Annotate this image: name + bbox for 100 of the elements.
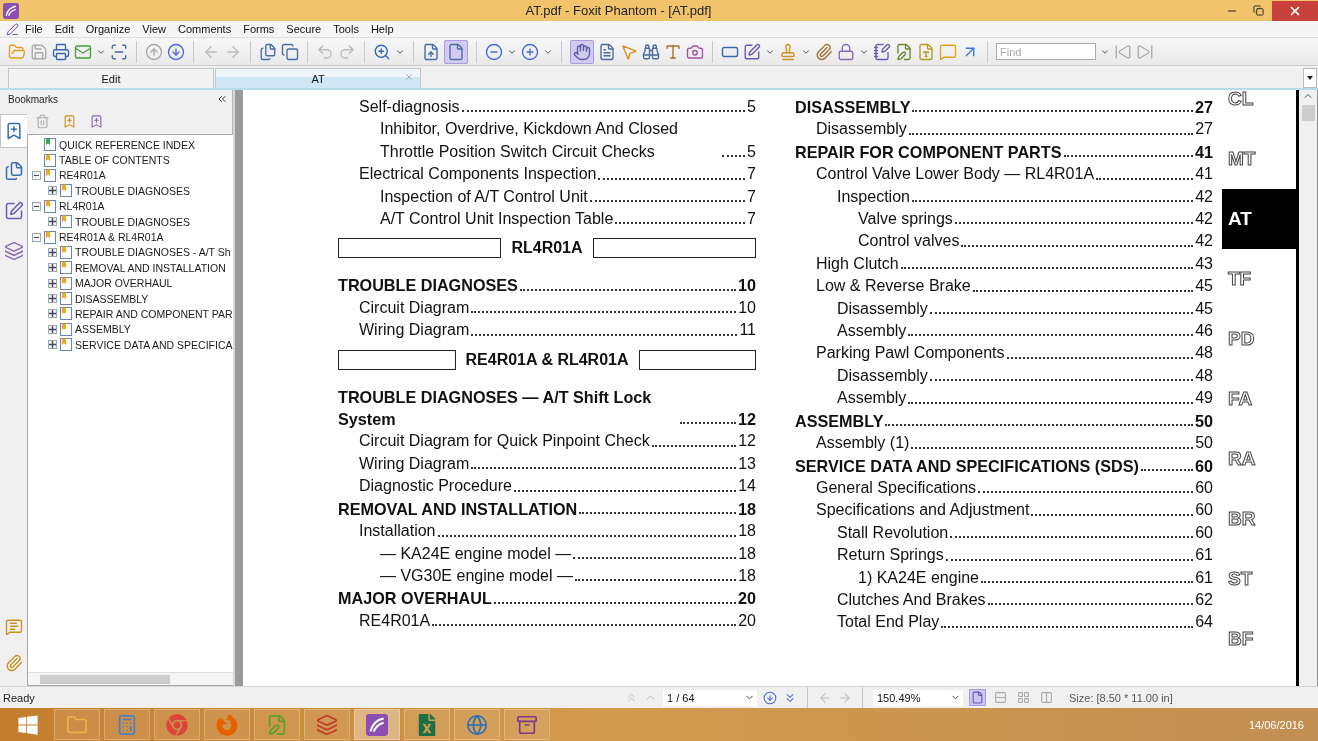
vertical-scrollbar[interactable] [1299, 90, 1317, 686]
save-icon[interactable] [30, 42, 48, 61]
pointer-icon[interactable] [620, 42, 638, 61]
zoom-in-icon[interactable] [373, 42, 391, 61]
file-pen-icon[interactable] [895, 42, 913, 61]
trash-icon[interactable] [35, 113, 50, 129]
document-tab[interactable]: Edit [8, 68, 214, 88]
view-mode-button[interactable] [992, 689, 1009, 706]
pen-square-icon[interactable] [743, 42, 761, 61]
collapse-toggle[interactable] [32, 232, 41, 242]
lock-icon[interactable] [837, 42, 855, 61]
expand-toggle[interactable] [48, 186, 57, 196]
stamp-icon[interactable] [779, 42, 797, 61]
zoom-out-icon[interactable] [485, 42, 503, 61]
close-icon[interactable] [404, 72, 414, 82]
text-box-icon[interactable] [917, 42, 935, 61]
panel-tab[interactable] [0, 114, 27, 148]
document-icon[interactable] [598, 42, 616, 61]
expand-toggle[interactable] [48, 278, 57, 288]
collapse-icon[interactable] [216, 93, 228, 105]
copy-icon[interactable] [281, 42, 299, 61]
close-button[interactable] [1272, 0, 1318, 21]
page-number: 7 [747, 209, 756, 230]
camera-icon[interactable] [686, 42, 704, 61]
view-mode-button[interactable] [1015, 689, 1032, 706]
archive-icon[interactable] [516, 713, 538, 736]
printer-icon[interactable] [52, 42, 70, 61]
page-icon[interactable] [422, 42, 440, 61]
windows-icon [17, 713, 39, 736]
menu-item[interactable]: View [136, 23, 172, 35]
menu-item[interactable]: Comments [172, 23, 238, 35]
bookmark-item[interactable]: RE4R01A [59, 169, 106, 182]
menu-item[interactable]: Edit [48, 23, 80, 35]
collapse-toggle[interactable] [32, 201, 41, 211]
horizontal-scrollbar[interactable] [28, 672, 233, 685]
comment-icon[interactable] [4, 618, 23, 636]
paperclip-icon[interactable] [815, 42, 833, 61]
text-icon[interactable] [664, 42, 682, 61]
find-field[interactable]: Find [996, 43, 1096, 60]
diagram-icon[interactable] [316, 713, 338, 736]
taskbar-app-button[interactable] [504, 709, 550, 740]
expand-toggle[interactable] [48, 340, 57, 350]
zoom-field[interactable]: 150.49% [873, 689, 963, 706]
expand-toggle[interactable] [48, 247, 57, 257]
bookmark-item[interactable]: RE4R01A & RL4R01A [59, 231, 164, 244]
bookmark-item[interactable]: QUICK REFERENCE INDEX [59, 138, 195, 151]
bookmark-item[interactable]: TROUBLE DIAGNOSES [75, 215, 190, 228]
pages-icon [4, 161, 24, 181]
taskbar-app-button[interactable] [304, 709, 350, 740]
expand-toggle[interactable] [48, 263, 57, 273]
bookmark-item[interactable]: REMOVAL AND INSTALLATION [75, 261, 226, 274]
paperclip-icon[interactable] [4, 654, 23, 672]
expand-toggle[interactable] [48, 217, 57, 227]
scroll-thumb[interactable] [1301, 105, 1315, 121]
find-next-icon[interactable] [1136, 42, 1154, 61]
scanner-icon[interactable] [110, 42, 128, 61]
menu-item[interactable]: Secure [280, 23, 328, 35]
bookmark-item[interactable]: REPAIR AND COMPONENT PAR [75, 308, 233, 320]
expand-toggle[interactable] [48, 324, 57, 334]
taskbar-app-button[interactable] [404, 709, 450, 740]
expand-toggle[interactable] [48, 294, 57, 304]
expand-toggle[interactable] [48, 309, 57, 319]
bookmark-item[interactable]: TROUBLE DIAGNOSES [75, 184, 190, 197]
bookmark-item[interactable]: DISASSEMBLY [75, 292, 149, 305]
folder-open-icon[interactable] [8, 42, 26, 61]
zoom-plus-icon[interactable] [521, 42, 539, 61]
notebook-pen-icon[interactable] [873, 42, 891, 61]
binoculars-icon[interactable] [642, 42, 660, 61]
document-tab[interactable]: AT [215, 68, 421, 88]
menu-item[interactable]: Help [364, 23, 400, 35]
find-previous-icon[interactable] [1114, 42, 1132, 61]
arrow-up-icon[interactable] [145, 42, 163, 61]
page-number: 45 [1195, 298, 1213, 319]
files-icon[interactable] [259, 42, 277, 61]
bookmark-item[interactable]: SERVICE DATA AND SPECIFICA [75, 338, 233, 351]
bookmark-item[interactable]: ASSEMBLY [75, 323, 131, 336]
menu-item[interactable]: File [19, 23, 49, 35]
add-bookmark-icon[interactable] [62, 113, 77, 129]
tab-menu-button[interactable] [1303, 68, 1317, 88]
collapse-toggle[interactable] [32, 170, 41, 180]
taskbar-app-button[interactable] [454, 709, 500, 740]
next-page-icon[interactable] [763, 690, 777, 705]
mail-icon[interactable] [74, 42, 92, 61]
globe-icon[interactable] [466, 713, 488, 736]
comment-icon[interactable] [939, 42, 957, 61]
taskbar-app-button[interactable] [354, 709, 400, 740]
arrow-down-icon[interactable] [167, 42, 185, 61]
page-number: 41 [1195, 164, 1213, 185]
add-child-bookmark-icon[interactable] [89, 113, 104, 129]
bookmark-item[interactable]: TROUBLE DIAGNOSES - A/T Sh [75, 246, 231, 259]
bookmark-item[interactable]: RL4R01A [59, 200, 105, 213]
menu-item[interactable]: Organize [79, 23, 137, 35]
view-mode-button[interactable] [969, 689, 986, 706]
menu-item[interactable]: Tools [327, 23, 365, 35]
page-field[interactable]: 1 / 64 [663, 689, 757, 706]
view-mode-button[interactable] [1038, 689, 1055, 706]
menu-item[interactable]: Forms [237, 23, 281, 35]
bookmark-item[interactable]: MAJOR OVERHAUL [75, 277, 173, 290]
bookmark-item[interactable]: TABLE OF CONTENTS [59, 154, 170, 167]
single-page-icon [971, 691, 984, 704]
